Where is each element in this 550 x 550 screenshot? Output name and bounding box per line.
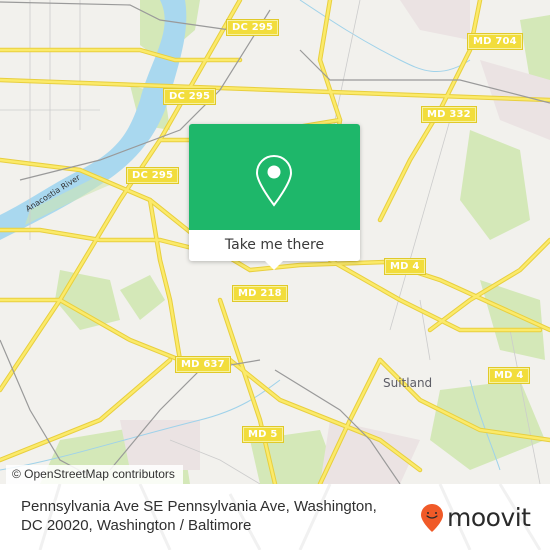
- urban-area: [120, 420, 200, 470]
- road-shield: MD 5: [242, 426, 284, 443]
- road-shield: MD 4: [384, 258, 426, 275]
- road-shield: MD 704: [467, 33, 523, 50]
- take-me-there-button[interactable]: Take me there: [189, 230, 360, 261]
- road-shield: DC 295: [225, 19, 280, 36]
- park-area: [120, 275, 165, 320]
- address-line-2: DC 20020, Washington / Baltimore: [21, 517, 252, 534]
- road-shield: MD 4: [488, 367, 530, 384]
- map-view[interactable]: DC 295 DC 295 DC 295 MD 704 MD 332 MD 218 MD 4…: [0, 0, 550, 484]
- park-area: [480, 280, 545, 360]
- location-popup: Take me there: [189, 124, 360, 270]
- address-text: Pennsylvania Ave SE Pennsylvania Ave, Wa…: [21, 497, 421, 535]
- address-line-1: Pennsylvania Ave SE Pennsylvania Ave, Wa…: [21, 498, 377, 515]
- moovit-logo[interactable]: moovit: [420, 503, 531, 533]
- popup-pointer: [265, 261, 283, 270]
- park-area: [460, 130, 530, 240]
- road-shield: MD 637: [175, 356, 231, 373]
- road: [148, 198, 182, 362]
- park-area: [430, 380, 545, 470]
- road-shield: DC 295: [125, 167, 180, 184]
- urban-area: [400, 0, 470, 40]
- location-pin-icon: [255, 154, 293, 207]
- road-shield: DC 295: [162, 88, 217, 105]
- popup-header: [189, 124, 360, 230]
- map-attribution[interactable]: © OpenStreetMap contributors: [6, 465, 183, 484]
- moovit-pin-icon: [421, 504, 443, 532]
- park-area: [55, 270, 120, 330]
- moovit-wordmark: moovit: [447, 503, 531, 532]
- road: [0, 78, 550, 102]
- place-label: Suitland: [383, 376, 433, 390]
- footer: Pennsylvania Ave SE Pennsylvania Ave, Wa…: [0, 484, 550, 550]
- road-shield: MD 218: [232, 285, 288, 302]
- road-shield: MD 332: [421, 106, 477, 123]
- popup-footer: Take me there: [189, 230, 360, 261]
